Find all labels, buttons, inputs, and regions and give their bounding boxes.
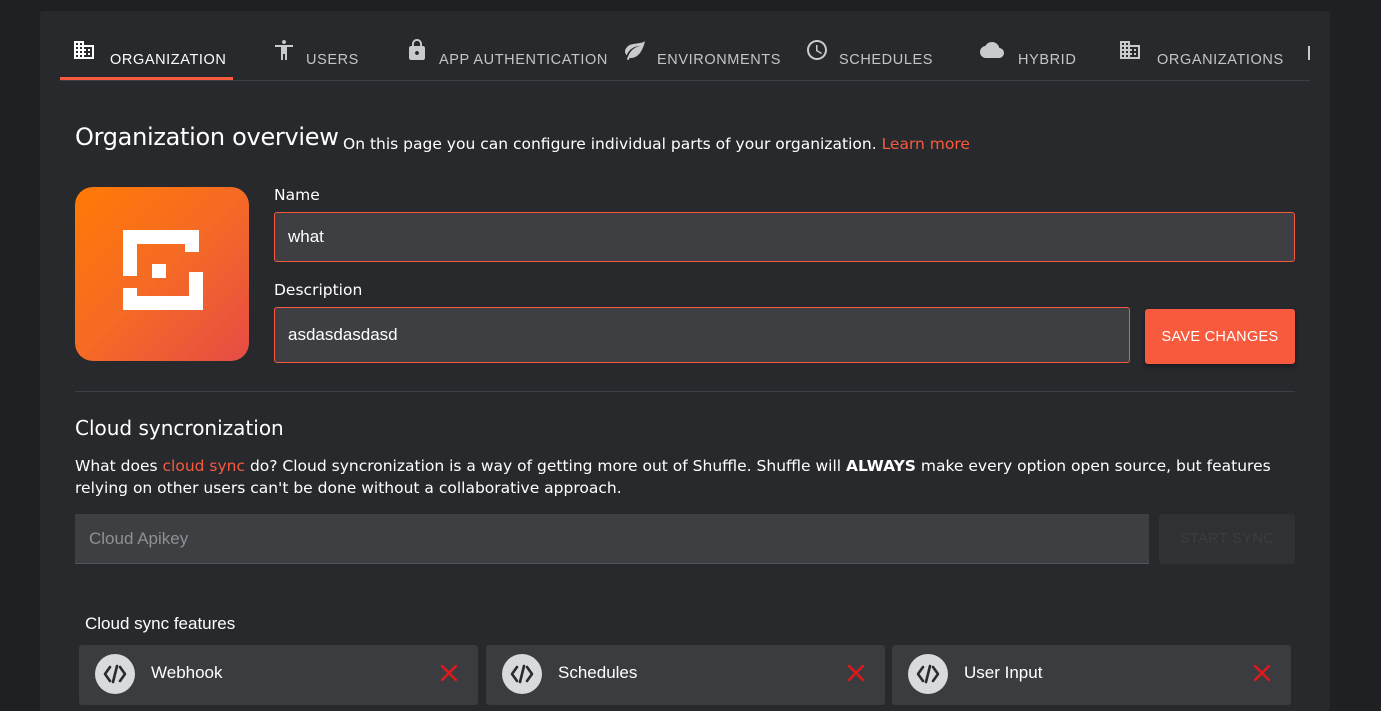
partial-icon [1308, 46, 1310, 60]
tab-label: HYBRID [1018, 52, 1077, 68]
save-changes-button[interactable]: SAVE CHANGES [1145, 309, 1295, 364]
page-description: On this page you can configure individua… [343, 135, 970, 153]
start-sync-button[interactable]: START SYNC [1159, 514, 1295, 564]
feature-name: Schedules [558, 663, 638, 682]
tab-overflow[interactable] [1300, 33, 1310, 80]
disabled-x-icon [1253, 664, 1271, 682]
description-text: On this page you can configure individua… [343, 135, 877, 153]
tab-label: SCHEDULES [839, 52, 934, 68]
disabled-x-icon [847, 664, 865, 682]
active-tab-indicator [60, 77, 233, 80]
tab-label: USERS [306, 52, 359, 68]
tab-label: ORGANIZATION [110, 52, 227, 68]
settings-panel: ORGANIZATION USERS APP AUTHENTICATION EN… [40, 11, 1330, 711]
building-icon [72, 38, 96, 62]
tab-organization[interactable]: ORGANIZATION [60, 33, 233, 80]
code-icon [502, 654, 542, 694]
tab-organizations[interactable]: ORGANIZATIONS [1110, 33, 1290, 80]
organization-logo[interactable] [75, 187, 249, 361]
tab-environments[interactable]: ENVIRONMENTS [620, 33, 800, 80]
tab-label: ORGANIZATIONS [1157, 52, 1284, 68]
feature-card-schedules: Schedules [486, 645, 885, 705]
desc-text: What does [75, 457, 163, 475]
leaf-icon [623, 38, 647, 62]
code-icon [908, 654, 948, 694]
clock-icon [805, 38, 829, 62]
feature-name: Webhook [151, 663, 223, 682]
learn-more-link[interactable]: Learn more [882, 135, 970, 153]
desc-text: do? Cloud syncronization is a way of get… [245, 457, 846, 475]
building-icon [1118, 38, 1142, 62]
name-label: Name [274, 186, 320, 204]
cloud-sync-link[interactable]: cloud sync [163, 457, 246, 475]
feature-card-webhook: Webhook [79, 645, 478, 705]
lock-icon [405, 38, 429, 62]
shuffle-logo-icon [123, 230, 203, 310]
section-divider [75, 391, 1295, 392]
desc-emphasis: ALWAYS [846, 457, 916, 475]
feature-card-user-input: User Input [892, 645, 1291, 705]
tab-app-authentication[interactable]: APP AUTHENTICATION [400, 33, 610, 80]
person-icon [272, 38, 296, 62]
tab-hybrid[interactable]: HYBRID [970, 33, 1110, 80]
tab-users[interactable]: USERS [260, 33, 390, 80]
tab-label: ENVIRONMENTS [657, 52, 782, 68]
code-icon [95, 654, 135, 694]
feature-name: User Input [964, 663, 1043, 682]
cloud-icon [980, 38, 1004, 62]
disabled-x-icon [440, 664, 458, 682]
name-input[interactable] [274, 212, 1295, 262]
cloud-sync-title: Cloud syncronization [75, 416, 284, 440]
tab-label: APP AUTHENTICATION [439, 52, 608, 68]
tab-schedules[interactable]: SCHEDULES [800, 33, 960, 80]
cloud-apikey-input[interactable] [75, 514, 1149, 564]
cloud-features-title: Cloud sync features [85, 614, 236, 633]
page-title: Organization overview [75, 123, 339, 151]
cloud-sync-description: What does cloud sync do? Cloud syncroniz… [75, 455, 1295, 499]
description-input[interactable] [274, 307, 1130, 363]
settings-tabs: ORGANIZATION USERS APP AUTHENTICATION EN… [60, 33, 1310, 81]
description-label: Description [274, 281, 363, 299]
